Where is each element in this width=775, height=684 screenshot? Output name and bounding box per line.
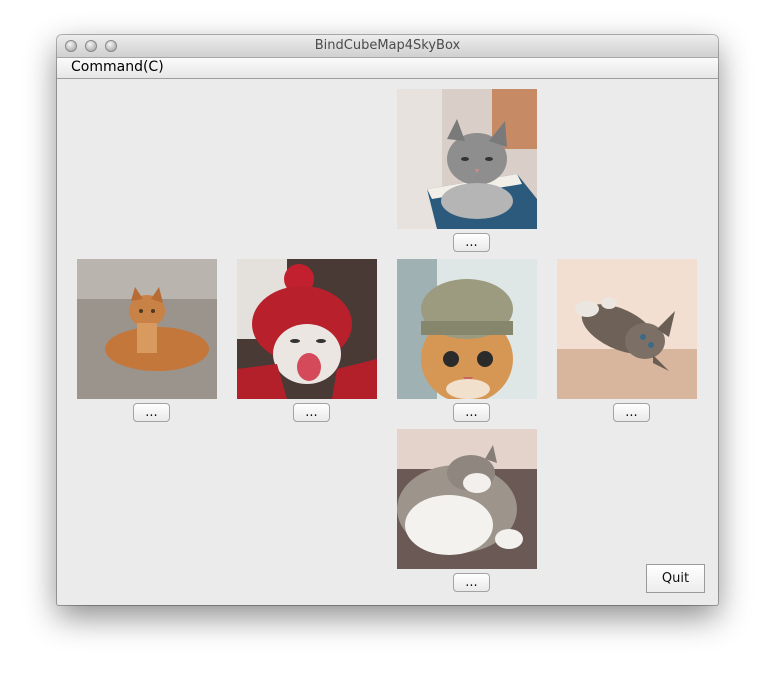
face-image-right (397, 259, 537, 399)
choose-image-button-right[interactable]: ... (453, 403, 490, 422)
face-image-left (77, 259, 217, 399)
face-image-back (557, 259, 697, 399)
window-title: BindCubeMap4SkyBox (314, 38, 461, 53)
choose-image-button-left[interactable]: ... (133, 403, 170, 422)
choose-image-button-bottom[interactable]: ... (453, 573, 490, 592)
menu-command[interactable]: Command(C) (71, 59, 164, 75)
choose-image-button-top[interactable]: ... (453, 233, 490, 252)
face-image-front (237, 259, 377, 399)
choose-image-button-front[interactable]: ... (293, 403, 330, 422)
quit-button[interactable]: Quit (646, 564, 705, 593)
menu-bar: Command(C) (57, 58, 718, 79)
app-window: BindCubeMap4SkyBox Command(C) ... ... ..… (57, 35, 718, 605)
face-image-top (397, 89, 537, 229)
title-bar: BindCubeMap4SkyBox (57, 35, 718, 58)
choose-image-button-back[interactable]: ... (613, 403, 650, 422)
face-image-bottom (397, 429, 537, 569)
